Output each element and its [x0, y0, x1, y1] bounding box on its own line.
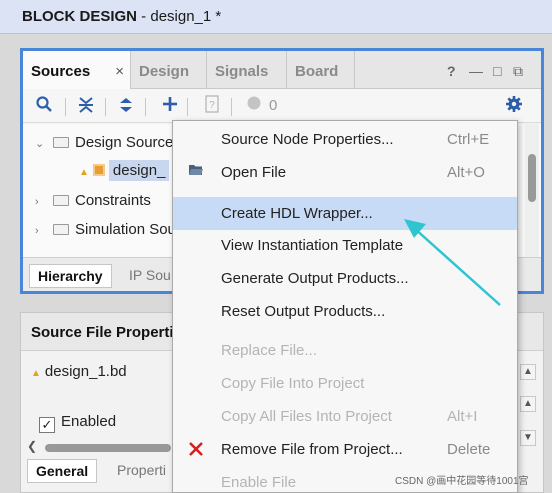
tree-item-label: design_ — [108, 160, 170, 181]
folder-icon — [53, 137, 69, 148]
menu-item-label: Remove File from Project... — [221, 441, 403, 458]
tab-board-label: Board — [295, 63, 339, 80]
menu-item-label: Generate Output Products... — [221, 270, 409, 287]
folder-icon — [53, 195, 69, 206]
scroll-up-icon[interactable]: ▲ — [520, 364, 536, 380]
menu-item-label: Copy All Files Into Project — [221, 408, 392, 425]
close-icon[interactable]: × — [115, 63, 124, 80]
menu-item-remove-file[interactable]: Remove File from Project... Delete — [173, 433, 517, 466]
float-icon[interactable]: ⧉ — [513, 63, 523, 80]
menu-item-copy-all-files-into-project[interactable]: Copy All Files Into Project Alt+I — [173, 400, 517, 433]
tab-signals-label: Signals — [215, 63, 269, 80]
tree-item-label: Constraints — [75, 192, 151, 209]
menu-item-label: Replace File... — [221, 342, 317, 359]
enabled-label: Enabled — [61, 413, 117, 430]
menu-item-open-file[interactable]: Open File Alt+O — [173, 156, 517, 189]
scroll-left-icon[interactable]: ❮ — [27, 439, 37, 453]
menu-item-shortcut: Delete — [447, 441, 491, 458]
tab-sources-label: Sources — [31, 63, 91, 80]
chevron-right-icon[interactable]: › — [35, 218, 49, 244]
horizontal-scrollbar[interactable]: ❮ — [27, 439, 177, 455]
menu-item-shortcut: Ctrl+E — [447, 131, 490, 148]
hierarchy-icon: ▲ — [79, 167, 89, 178]
menu-item-generate-output-products[interactable]: Generate Output Products... — [173, 262, 517, 295]
menu-item-label: Create HDL Wrapper... — [221, 205, 373, 222]
menu-item-label: Open File — [221, 164, 287, 181]
search-icon[interactable] — [33, 95, 55, 117]
menu-item-create-hdl-wrapper[interactable]: Create HDL Wrapper... — [173, 197, 517, 230]
status-circle-icon — [243, 95, 265, 117]
tab-hierarchy[interactable]: Hierarchy — [29, 264, 112, 288]
question-icon[interactable]: ? — [201, 95, 223, 117]
menu-item-label: Enable File — [221, 474, 297, 491]
tab-design-label: Design — [139, 63, 190, 80]
watermark: CSDN @画中花园等待1001宫 — [395, 476, 529, 487]
scroll-down-icon[interactable]: ▼ — [520, 430, 536, 446]
chevron-down-icon[interactable]: ⌄ — [35, 131, 49, 157]
scrollbar-thumb[interactable] — [45, 444, 171, 452]
tree-item-simulation-sources[interactable]: › Simulation Sou — [35, 217, 176, 243]
chevron-right-icon[interactable]: › — [35, 189, 49, 215]
expand-all-icon[interactable] — [115, 95, 137, 117]
menu-item-view-instantiation-template[interactable]: View Instantiation Template — [173, 229, 517, 262]
window-title: BLOCK DESIGN - design_1 * — [22, 8, 221, 25]
window-title-bar: BLOCK DESIGN - design_1 * — [0, 0, 552, 34]
tab-signals[interactable]: Signals — [207, 51, 287, 89]
menu-item-label: View Instantiation Template — [221, 237, 404, 254]
tab-board[interactable]: Board — [287, 51, 355, 89]
enabled-checkbox[interactable]: ✓ — [39, 417, 55, 433]
help-icon[interactable]: ? — [447, 63, 456, 79]
menu-item-shortcut: Alt+O — [447, 164, 485, 181]
add-icon[interactable] — [159, 95, 181, 117]
tree-item-constraints[interactable]: › Constraints — [35, 188, 151, 214]
svg-text:?: ? — [209, 100, 215, 111]
tree-item-label: Simulation Sou — [75, 221, 176, 238]
menu-item-reset-output-products[interactable]: Reset Output Products... — [173, 295, 517, 328]
tree-item-design-sources[interactable]: ⌄ Design Source — [35, 130, 173, 156]
toolbar-divider — [65, 98, 66, 116]
menu-item-source-node-properties[interactable]: Source Node Properties... Ctrl+E — [173, 123, 517, 156]
tab-design[interactable]: Design — [131, 51, 207, 89]
toolbar-divider — [105, 98, 106, 116]
tab-ip-sources[interactable]: IP Sou — [121, 264, 179, 288]
menu-item-label: Source Node Properties... — [221, 131, 394, 148]
folder-icon — [53, 224, 69, 235]
menu-item-copy-file-into-project[interactable]: Copy File Into Project — [173, 367, 517, 400]
menu-item-replace-file[interactable]: Replace File... — [173, 334, 517, 367]
sources-toolbar: ? 0 — [23, 89, 541, 123]
tab-general[interactable]: General — [27, 459, 98, 483]
tab-properties[interactable]: Properti — [109, 459, 174, 483]
status-count: 0 — [269, 97, 278, 114]
window-title-suffix: - design_1 * — [137, 8, 222, 25]
enabled-checkbox-row[interactable]: ✓ Enabled — [39, 413, 116, 433]
menu-item-label: Reset Output Products... — [221, 303, 386, 320]
tab-sources[interactable]: Sources × — [23, 51, 131, 90]
minimize-icon[interactable]: — — [469, 63, 483, 79]
tree-item-design-1[interactable]: ▲ design_ — [79, 158, 170, 184]
block-design-icon — [92, 164, 105, 176]
gear-icon[interactable] — [503, 95, 525, 117]
restore-icon[interactable]: □ — [493, 63, 501, 79]
remove-x-icon — [187, 440, 205, 458]
properties-file: ▲ design_1.bd — [31, 363, 127, 380]
menu-item-label: Copy File Into Project — [221, 375, 365, 392]
file-name: design_1.bd — [44, 363, 127, 380]
menu-item-shortcut: Alt+I — [447, 408, 478, 425]
tree-item-label: Design Source — [75, 134, 174, 151]
sources-tab-bar: Sources × Design Signals Board ? — □ ⧉ — [23, 51, 541, 90]
folder-open-icon — [187, 163, 205, 181]
hierarchy-icon: ▲ — [31, 368, 41, 379]
context-menu: Source Node Properties... Ctrl+E Open Fi… — [172, 120, 518, 493]
vertical-scrollbar[interactable] — [525, 124, 539, 259]
window-title-main: BLOCK DESIGN — [22, 8, 138, 25]
collapse-all-icon[interactable] — [75, 95, 97, 117]
scrollbar-thumb[interactable] — [528, 154, 536, 202]
scroll-up-icon[interactable]: ▲ — [520, 396, 536, 412]
toolbar-divider — [187, 98, 188, 116]
toolbar-divider — [231, 98, 232, 116]
toolbar-divider — [145, 98, 146, 116]
